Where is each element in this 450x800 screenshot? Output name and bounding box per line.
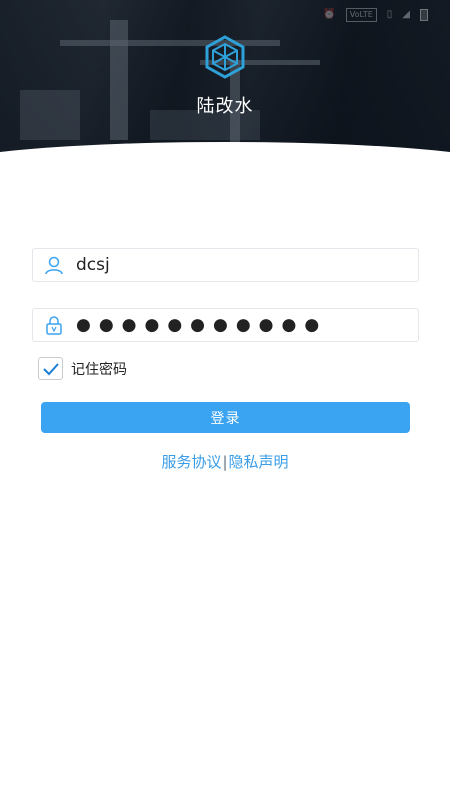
service-agreement-link[interactable]: 服务协议 bbox=[161, 453, 221, 471]
lock-icon bbox=[44, 315, 64, 335]
remember-label: 记住密码 bbox=[71, 361, 127, 378]
app-title: 陆改水 bbox=[196, 96, 254, 117]
cube-logo-icon bbox=[205, 35, 245, 79]
agreement-links: 服务协议|隐私声明 bbox=[0, 451, 450, 472]
username-input[interactable] bbox=[76, 250, 396, 280]
status-bar: ⏰ VoLTE ▯ ◢ bbox=[323, 8, 428, 22]
vibrate-icon: ▯ bbox=[386, 9, 393, 20]
signal-icon: ◢ bbox=[402, 9, 410, 20]
battery-icon bbox=[420, 9, 428, 21]
link-separator: | bbox=[222, 453, 228, 471]
password-field[interactable]: ●●●●●●●●●●● bbox=[32, 308, 419, 342]
username-field[interactable] bbox=[32, 248, 419, 282]
remember-checkbox[interactable] bbox=[38, 357, 63, 380]
user-icon bbox=[44, 255, 64, 275]
checkmark-icon bbox=[42, 362, 59, 375]
header-curve bbox=[0, 142, 450, 175]
remember-password[interactable]: 记住密码 bbox=[38, 357, 127, 380]
volte-badge: VoLTE bbox=[345, 8, 377, 22]
privacy-statement-link[interactable]: 隐私声明 bbox=[229, 453, 289, 471]
password-input[interactable]: ●●●●●●●●●●● bbox=[76, 315, 327, 335]
login-button[interactable]: 登录 bbox=[41, 402, 410, 433]
alarm-icon: ⏰ bbox=[323, 9, 336, 20]
header-background: ⏰ VoLTE ▯ ◢ 陆改水 bbox=[0, 0, 450, 175]
